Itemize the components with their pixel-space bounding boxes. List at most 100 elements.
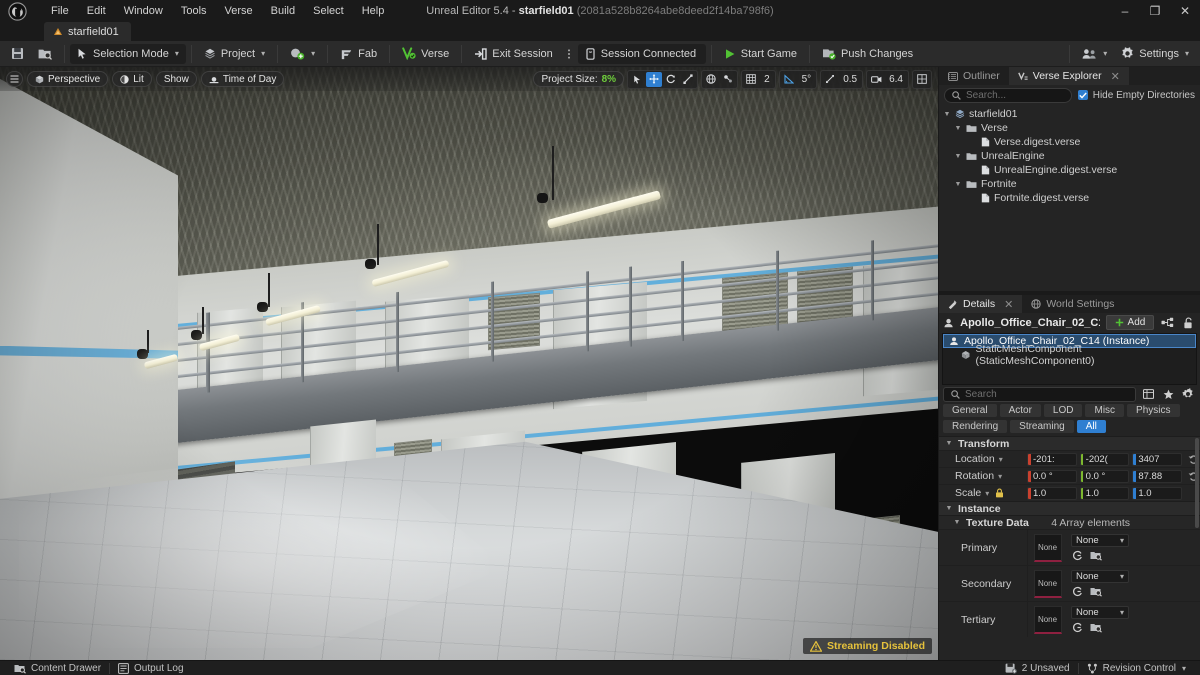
tab-outliner[interactable]: Outliner: [939, 67, 1009, 85]
verse-button[interactable]: Verse: [395, 44, 456, 64]
scale-lock-icon[interactable]: [993, 488, 1005, 498]
menu-file[interactable]: File: [42, 0, 78, 22]
tab-world-settings[interactable]: World Settings: [1022, 295, 1124, 313]
menu-help[interactable]: Help: [353, 0, 394, 22]
component-row-staticmesh[interactable]: StaticMeshComponent (StaticMeshComponent…: [943, 343, 1196, 367]
scale-y-input[interactable]: 1.0: [1079, 486, 1130, 500]
star-icon[interactable]: [1160, 387, 1176, 402]
hide-empty-directories-checkbox[interactable]: Hide Empty Directories: [1077, 90, 1195, 101]
translate-tool-icon[interactable]: [646, 71, 663, 87]
revision-control-button[interactable]: Revision Control ▾: [1079, 661, 1194, 675]
project-button[interactable]: Project ▾: [197, 44, 272, 64]
rotation-x-input[interactable]: 0.0 °: [1027, 469, 1077, 483]
unsaved-button[interactable]: 2 Unsaved: [997, 661, 1078, 675]
content-browser-button[interactable]: [31, 44, 59, 64]
viewport-show-button[interactable]: Show: [155, 71, 197, 87]
settings-button[interactable]: Settings ▾: [1114, 44, 1196, 64]
close-icon[interactable]: ✕: [1111, 70, 1120, 83]
tree-item-unrealengine-folder[interactable]: ▼ UnrealEngine: [939, 149, 1200, 163]
add-actor-button[interactable]: ▾: [283, 44, 322, 64]
scale-tool-icon[interactable]: [680, 72, 696, 87]
close-button[interactable]: ✕: [1170, 0, 1200, 22]
start-game-button[interactable]: Start Game: [717, 44, 804, 64]
location-y-input[interactable]: -202(: [1079, 452, 1130, 466]
surface-snap-icon[interactable]: [720, 72, 736, 87]
chip-physics[interactable]: Physics: [1127, 404, 1180, 417]
camera-speed-icon[interactable]: [868, 72, 884, 87]
users-button[interactable]: ▾: [1075, 44, 1114, 64]
expander-icon-4[interactable]: ▼: [954, 180, 962, 188]
verse-search-input[interactable]: Search...: [944, 87, 1072, 103]
close-icon-2[interactable]: ✕: [1004, 298, 1013, 311]
section-texture-data[interactable]: ▼ Texture Data 4 Array elements: [939, 515, 1200, 529]
maximize-button[interactable]: ❐: [1140, 0, 1170, 22]
texture-secondary-thumbnail[interactable]: None: [1033, 569, 1062, 598]
location-z-input[interactable]: 3407: [1132, 452, 1183, 466]
world-coordinate-icon[interactable]: [703, 72, 719, 87]
gear-icon-2[interactable]: [1180, 387, 1196, 402]
viewport-menu-icon[interactable]: [6, 71, 23, 87]
menu-edit[interactable]: Edit: [78, 0, 115, 22]
fab-button[interactable]: Fab: [333, 44, 384, 64]
section-instance[interactable]: ▼ Instance: [939, 501, 1200, 515]
grid-snap-value[interactable]: 2: [760, 72, 774, 87]
grid-snap-icon[interactable]: [743, 72, 759, 87]
session-overflow-button[interactable]: [560, 44, 578, 64]
use-selected-asset-icon-2[interactable]: [1071, 586, 1084, 598]
add-component-button[interactable]: Add: [1105, 315, 1155, 330]
viewport-time-of-day-button[interactable]: Time of Day: [200, 71, 285, 87]
save-button[interactable]: [4, 44, 31, 64]
menu-window[interactable]: Window: [115, 0, 172, 22]
angle-snap-value[interactable]: 5°: [798, 72, 816, 87]
expander-icon-instance[interactable]: ▼: [945, 505, 953, 513]
unreal-logo-icon[interactable]: [0, 0, 34, 22]
column-layout-icon[interactable]: [1140, 387, 1156, 402]
chip-streaming[interactable]: Streaming: [1010, 420, 1074, 433]
selection-mode-button[interactable]: Selection Mode ▾: [70, 43, 186, 64]
menu-verse[interactable]: Verse: [216, 0, 262, 22]
content-drawer-button[interactable]: Content Drawer: [6, 661, 109, 675]
rotation-y-input[interactable]: 0.0 °: [1079, 469, 1130, 483]
expander-icon-texture[interactable]: ▼: [953, 519, 961, 527]
texture-secondary-combo[interactable]: None ▾: [1071, 569, 1129, 583]
select-tool-icon[interactable]: [629, 72, 645, 87]
scale-z-input[interactable]: 1.0: [1132, 486, 1183, 500]
tab-starfield01[interactable]: starfield01: [44, 22, 131, 41]
use-selected-asset-icon[interactable]: [1071, 550, 1084, 562]
expander-icon-3[interactable]: ▼: [954, 152, 962, 160]
viewport-perspective-button[interactable]: Perspective: [27, 71, 109, 87]
menu-select[interactable]: Select: [304, 0, 353, 22]
viewport-lit-button[interactable]: Lit: [112, 71, 152, 87]
location-x-input[interactable]: -201:: [1027, 452, 1077, 466]
chip-rendering[interactable]: Rendering: [943, 420, 1008, 433]
menu-build[interactable]: Build: [262, 0, 304, 22]
browse-to-asset-icon-3[interactable]: [1089, 622, 1102, 634]
tree-item-fortnite-digest[interactable]: ▼ Fortnite.digest.verse: [939, 191, 1200, 205]
level-viewport[interactable]: Perspective Lit Show Time of Day Project…: [0, 67, 938, 660]
details-search-input[interactable]: Search: [943, 386, 1136, 402]
maximize-viewport-icon[interactable]: [914, 72, 930, 87]
push-changes-button[interactable]: Push Changes: [815, 44, 920, 64]
tree-item-verse-folder[interactable]: ▼ Verse: [939, 121, 1200, 135]
expander-icon-transform[interactable]: ▼: [945, 440, 953, 448]
chevron-down-icon-scale[interactable]: ▾: [985, 489, 989, 498]
exit-session-button[interactable]: Exit Session: [467, 44, 560, 64]
unlock-icon[interactable]: [1181, 315, 1196, 330]
expander-icon-2[interactable]: ▼: [954, 124, 962, 132]
texture-primary-thumbnail[interactable]: None: [1033, 533, 1062, 562]
chip-lod[interactable]: LOD: [1043, 404, 1083, 417]
section-transform[interactable]: ▼ Transform: [939, 436, 1200, 450]
browse-to-asset-icon-2[interactable]: [1089, 586, 1102, 598]
tree-item-fortnite-folder[interactable]: ▼ Fortnite: [939, 177, 1200, 191]
tab-details[interactable]: Details ✕: [939, 295, 1023, 313]
blueprint-icon[interactable]: [1160, 315, 1175, 330]
properties-scrollbar[interactable]: [1195, 438, 1199, 528]
texture-tertiary-combo[interactable]: None ▾: [1071, 605, 1129, 619]
texture-tertiary-thumbnail[interactable]: None: [1033, 605, 1062, 634]
expander-icon[interactable]: ▼: [943, 110, 951, 118]
chevron-down-icon-location[interactable]: ▾: [999, 455, 1003, 464]
chip-misc[interactable]: Misc: [1085, 404, 1125, 417]
property-label-scale[interactable]: Scale ▾: [939, 487, 1027, 499]
chip-general[interactable]: General: [943, 404, 997, 417]
tree-item-starfield01[interactable]: ▼ starfield01: [939, 107, 1200, 121]
